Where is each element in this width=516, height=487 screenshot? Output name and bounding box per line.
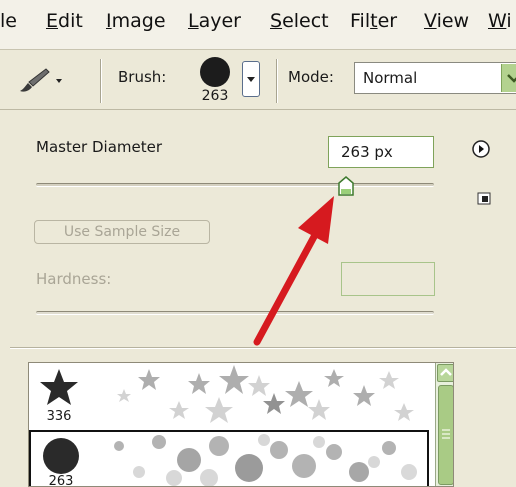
- menu-select-text-post: elect: [282, 10, 329, 32]
- chevron-up-icon: [440, 368, 452, 376]
- mode-label: Mode:: [288, 68, 334, 86]
- brush-tip-icon: [200, 57, 230, 87]
- hardness-field[interactable]: [341, 262, 435, 296]
- brush-size-label: 336: [46, 409, 72, 424]
- menu-image[interactable]: Image: [106, 10, 166, 32]
- mode-select[interactable]: Normal: [354, 62, 516, 94]
- chevron-down-icon: [507, 74, 516, 83]
- mode-value: Normal: [363, 69, 418, 87]
- scroll-up-button[interactable]: [437, 364, 453, 382]
- chevron-down-icon: [56, 79, 62, 83]
- menu-bar: le Edit Image Layer Select Filter View W…: [0, 0, 516, 50]
- menu-window-text-ul: W: [488, 10, 507, 32]
- list-item-selected[interactable]: 263: [29, 430, 429, 487]
- menu-filter-text-post: er: [377, 10, 398, 32]
- brush-list-scrollbar[interactable]: [435, 363, 453, 486]
- menu-layer-text-ul: L: [188, 10, 199, 32]
- scroll-thumb[interactable]: [438, 385, 453, 485]
- brush-list: 336 263: [28, 362, 454, 487]
- menu-edit-text-ul: E: [46, 10, 59, 32]
- menu-file-text-post: le: [0, 10, 17, 32]
- menu-file[interactable]: le: [0, 10, 17, 32]
- star-stroke-preview: [117, 365, 414, 423]
- grip-icon: [442, 429, 450, 439]
- brush-preset-panel: Master Diameter 263 px Use Sample Size H…: [10, 110, 516, 487]
- tool-preset-picker[interactable]: [16, 65, 66, 95]
- mode-dropdown-button[interactable]: [501, 64, 516, 92]
- brush-label: Brush:: [118, 68, 167, 86]
- menu-view-text-post: iew: [436, 10, 470, 32]
- slider-thumb[interactable]: [337, 175, 355, 197]
- star-brush-icon: [40, 369, 78, 405]
- master-diameter-value: 263 px: [341, 143, 393, 161]
- toolbar-separator: [276, 59, 278, 103]
- master-diameter-field[interactable]: 263 px: [328, 136, 434, 168]
- brush-icon: [20, 68, 62, 92]
- menu-filter-text-ul: t: [370, 10, 378, 32]
- toolbar-separator: [100, 59, 102, 103]
- menu-select[interactable]: Select: [270, 10, 329, 32]
- options-bar: Brush: 263 Mode: Normal: [0, 51, 516, 110]
- round-stroke-preview: [114, 434, 417, 486]
- menu-image-text-post: mage: [111, 10, 166, 32]
- hardness-label: Hardness:: [36, 270, 112, 288]
- menu-view[interactable]: View: [424, 10, 469, 32]
- menu-layer[interactable]: Layer: [188, 10, 241, 32]
- menu-layer-text-post: ayer: [198, 10, 241, 32]
- menu-window-text-post: i: [506, 10, 512, 32]
- brush-size-label: 263: [201, 88, 229, 104]
- hardness-slider[interactable]: [36, 311, 434, 315]
- menu-window[interactable]: Wi: [488, 10, 512, 32]
- menu-edit-text-post: dit: [58, 10, 83, 32]
- use-sample-size-button[interactable]: Use Sample Size: [34, 220, 210, 244]
- menu-edit[interactable]: Edit: [46, 10, 83, 32]
- master-diameter-label: Master Diameter: [36, 138, 163, 156]
- menu-filter-text-pre: Fil: [350, 10, 371, 32]
- menu-filter[interactable]: Filter: [350, 10, 397, 32]
- panel-menu-icon[interactable]: [472, 140, 490, 158]
- list-item[interactable]: 336: [29, 363, 429, 427]
- master-diameter-slider[interactable]: [36, 183, 434, 187]
- menu-select-text-ul: S: [270, 10, 283, 32]
- round-brush-icon: [43, 438, 79, 474]
- chevron-down-icon: [247, 77, 255, 82]
- brush-preview[interactable]: 263: [193, 55, 237, 107]
- brush-size-label: 263: [48, 474, 74, 487]
- panel-divider: [10, 347, 516, 349]
- brush-picker-dropdown[interactable]: [242, 61, 260, 97]
- new-preset-icon[interactable]: [477, 192, 491, 205]
- menu-view-text-ul: V: [424, 10, 437, 32]
